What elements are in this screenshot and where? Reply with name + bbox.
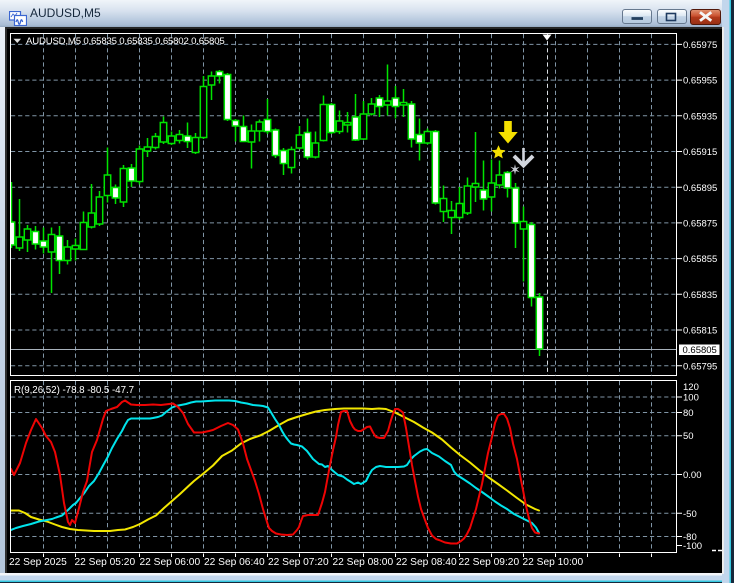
- svg-text:22 Sep 05:20: 22 Sep 05:20: [75, 557, 136, 568]
- svg-text:-50: -50: [683, 509, 697, 520]
- svg-text:0.65975: 0.65975: [683, 40, 717, 51]
- svg-text:0.65875: 0.65875: [683, 219, 717, 230]
- svg-text:0.65855: 0.65855: [683, 254, 717, 265]
- svg-text:0.00: 0.00: [683, 470, 702, 481]
- svg-text:120: 120: [683, 382, 699, 393]
- svg-text:22 Sep 06:00: 22 Sep 06:00: [140, 557, 201, 568]
- svg-text:22 Sep 09:20: 22 Sep 09:20: [459, 557, 520, 568]
- svg-text:22 Sep 10:00: 22 Sep 10:00: [523, 557, 584, 568]
- svg-text:0.65795: 0.65795: [683, 361, 717, 372]
- svg-text:50: 50: [683, 431, 694, 442]
- svg-text:22 Sep 08:40: 22 Sep 08:40: [396, 557, 457, 568]
- svg-text:0.65835: 0.65835: [683, 290, 717, 301]
- svg-text:AUDUSD,M5 0.65835 0.65835 0.65: AUDUSD,M5 0.65835 0.65835 0.65802 0.6580…: [26, 36, 225, 47]
- svg-text:0.65955: 0.65955: [683, 76, 717, 87]
- svg-text:22 Sep 08:00: 22 Sep 08:00: [333, 557, 394, 568]
- svg-text:22 Sep 07:20: 22 Sep 07:20: [268, 557, 329, 568]
- svg-text:-100: -100: [683, 541, 702, 552]
- svg-text:0.65915: 0.65915: [683, 147, 717, 158]
- svg-text:0.65935: 0.65935: [683, 111, 717, 122]
- svg-text:0.65815: 0.65815: [683, 326, 717, 337]
- svg-text:0.65895: 0.65895: [683, 183, 717, 194]
- svg-text:22 Sep 2025: 22 Sep 2025: [9, 557, 67, 568]
- svg-text:22 Sep 06:40: 22 Sep 06:40: [204, 557, 265, 568]
- svg-text:0.65805: 0.65805: [683, 345, 717, 356]
- svg-text:R(9,26,52) -78.8 -80.5 -47.7: R(9,26,52) -78.8 -80.5 -47.7: [14, 385, 134, 396]
- svg-text:80: 80: [683, 408, 694, 419]
- svg-text:100: 100: [683, 393, 699, 404]
